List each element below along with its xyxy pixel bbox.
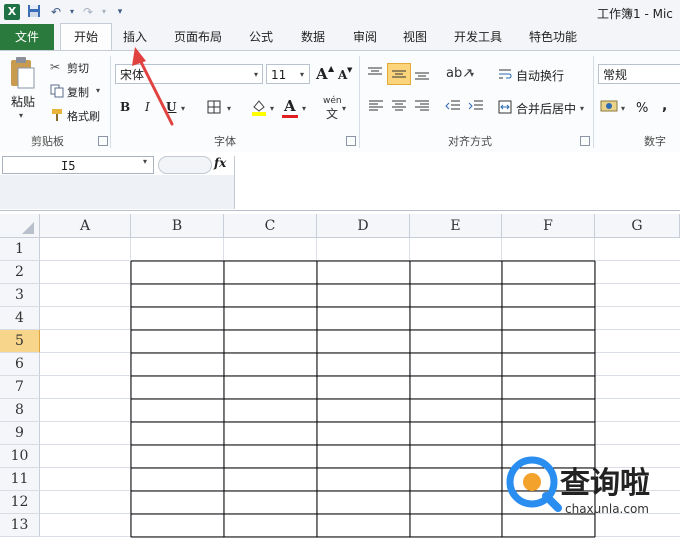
watermark-logo-icon (506, 456, 562, 512)
watermark-url: chaxunla.com (565, 502, 649, 516)
watermark-brand: 查询啦 (560, 466, 650, 501)
